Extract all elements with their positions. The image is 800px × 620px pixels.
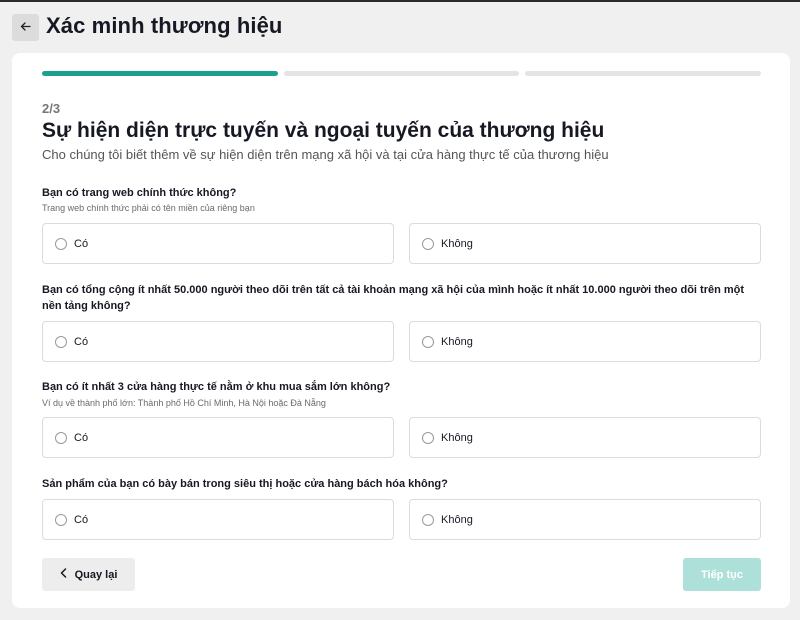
progress-segment-1 <box>42 71 278 76</box>
option-label: Có <box>74 431 89 444</box>
step-indicator: 2/3 <box>42 101 61 116</box>
progress-segment-3 <box>525 71 761 76</box>
question-label: Bạn có trang web chính thức không? <box>42 187 237 199</box>
chevron-left-icon <box>60 568 67 581</box>
progress-bar <box>42 71 761 76</box>
radio-icon[interactable] <box>422 513 434 526</box>
option-yes-q1[interactable]: Có <box>42 223 394 264</box>
continue-button[interactable]: Tiếp tục <box>683 558 761 591</box>
option-no-q2[interactable]: Không <box>409 321 761 362</box>
option-label: Không <box>441 431 473 444</box>
page-title: Xác minh thương hiệu <box>46 13 283 38</box>
progress-segment-2 <box>284 71 519 76</box>
question-hint: Ví dụ về thành phố lớn: Thành phố Hồ Chí… <box>42 398 326 408</box>
radio-icon[interactable] <box>422 335 434 348</box>
radio-icon[interactable] <box>55 237 67 250</box>
option-no-q1[interactable]: Không <box>409 223 761 264</box>
option-no-q3[interactable]: Không <box>409 417 761 458</box>
option-label: Có <box>74 237 89 250</box>
radio-icon[interactable] <box>422 237 434 250</box>
option-label: Có <box>74 335 89 348</box>
option-yes-q2[interactable]: Có <box>42 321 394 362</box>
back-button[interactable]: Quay lại <box>42 558 135 591</box>
question-label: Bạn có ít nhất 3 cửa hàng thực tế nằm ở … <box>42 381 391 393</box>
radio-icon[interactable] <box>55 513 67 526</box>
option-yes-q3[interactable]: Có <box>42 417 394 458</box>
radio-icon[interactable] <box>55 335 67 348</box>
question-label: Sản phẩm của bạn có bày bán trong siêu t… <box>42 478 448 490</box>
option-label: Không <box>441 335 473 348</box>
section-title: Sự hiện diện trực tuyến và ngoại tuyến c… <box>42 119 605 142</box>
form-card: 2/3 Sự hiện diện trực tuyến và ngoại tuy… <box>12 53 790 608</box>
back-nav-button[interactable] <box>12 14 39 41</box>
section-subtitle: Cho chúng tôi biết thêm về sự hiện diện … <box>42 147 609 162</box>
question-label: Bạn có tổng cộng ít nhất 50.000 người th… <box>42 284 745 312</box>
option-no-q4[interactable]: Không <box>409 499 761 540</box>
option-yes-q4[interactable]: Có <box>42 499 394 540</box>
radio-icon[interactable] <box>422 431 434 444</box>
question-hint: Trang web chính thức phải có tên miền củ… <box>42 203 255 213</box>
option-label: Có <box>74 513 89 526</box>
option-label: Không <box>441 237 473 250</box>
back-button-label: Quay lại <box>74 568 118 581</box>
arrow-left-icon <box>20 20 31 35</box>
option-label: Không <box>441 513 473 526</box>
radio-icon[interactable] <box>55 431 67 444</box>
window-top-border <box>0 0 800 2</box>
